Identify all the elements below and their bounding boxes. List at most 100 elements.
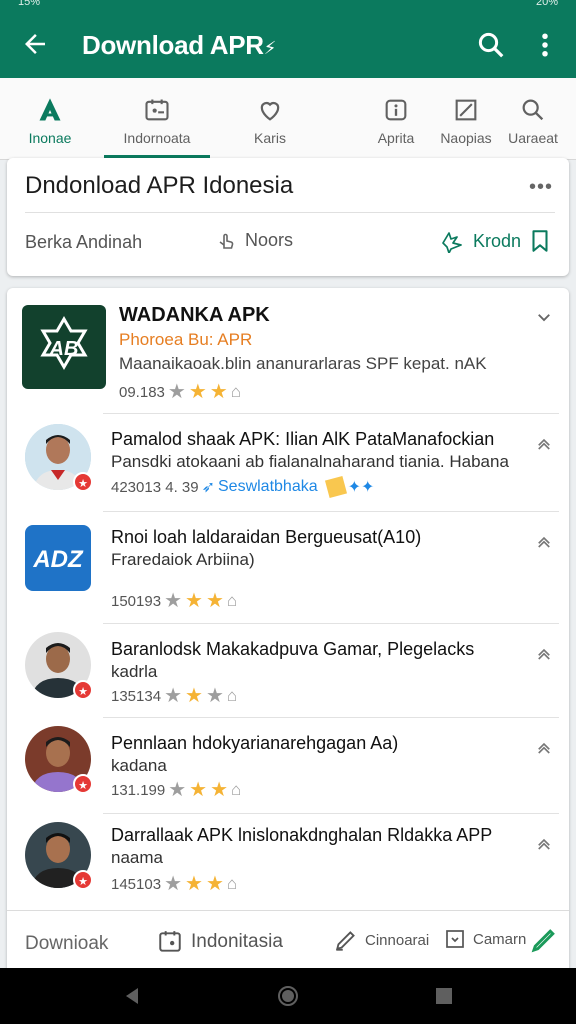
- chevron-up-icon[interactable]: [535, 532, 553, 550]
- tab-home[interactable]: Inonae: [10, 78, 90, 160]
- star-outline-icon: ⌂: [226, 686, 238, 705]
- tab-uaraeat[interactable]: Uaraeat: [498, 78, 568, 160]
- image-icon: [159, 931, 181, 952]
- star-outline-icon: ⌂: [230, 382, 241, 401]
- star-filled-icon: ★: [209, 381, 228, 403]
- tab-label: Uaraeat: [508, 130, 558, 146]
- search-icon[interactable]: [476, 30, 506, 60]
- featured-developer: Phoroea Bu: APR: [119, 330, 252, 350]
- item-rating: 423013 4. 39 ➶ Seswlatbhaka ✦✦: [111, 475, 374, 499]
- chevron-up-icon[interactable]: [535, 434, 553, 452]
- item-subtitle: Fraredaiok Arbiina): [111, 550, 255, 569]
- divider: [25, 212, 555, 213]
- more-vert-icon[interactable]: [530, 30, 560, 60]
- status-bar: 15% 20%: [0, 0, 576, 12]
- list-item[interactable]: ★ Darrallaak APK lnislonakdnghalan Rldak…: [7, 814, 569, 910]
- bookmark-icon: [532, 230, 548, 252]
- header-card: Dndonload APR Idonesia ••• Berka Andinah…: [7, 158, 569, 276]
- featured-app-icon: AB: [22, 305, 106, 389]
- star-filled-icon: ★: [189, 779, 208, 801]
- chevron-up-icon[interactable]: [535, 834, 553, 852]
- featured-description: Maanaikaoak.blin ananurarlaras SPF kepat…: [119, 354, 487, 373]
- item-title: Pamalod shaak APK: Ilian AlK PataManafoc…: [111, 429, 495, 449]
- list-item[interactable]: ADZ Rnoi loah laldaraidan Bergueusat(A10…: [7, 512, 569, 624]
- nav-recents-icon[interactable]: [432, 984, 456, 1008]
- featured-app[interactable]: AB WADANKA APK Phoroea Bu: APR Maanaikao…: [7, 288, 569, 414]
- item-subtitle: naama: [111, 848, 163, 867]
- star-empty-icon: ★: [168, 779, 187, 801]
- flag-badge: ★: [73, 774, 93, 794]
- chevron-up-icon[interactable]: [535, 738, 553, 756]
- item-rating: 131.199 ★ ★ ★ ⌂: [111, 779, 242, 801]
- tab-label: Aprita: [377, 130, 415, 146]
- featured-name: WADANKA APK: [119, 304, 270, 326]
- app-icon: ADZ: [25, 525, 91, 591]
- item-rating: 150193 ★ ★ ★ ⌂: [111, 590, 237, 612]
- flag-badge: ★: [73, 870, 93, 890]
- hand-icon: [219, 233, 234, 249]
- apk-logo-icon: AB: [40, 316, 88, 370]
- tab-naopias[interactable]: Naopias: [430, 78, 502, 160]
- tab-indonesia[interactable]: Indornoata: [104, 78, 210, 160]
- tab-aprita[interactable]: Aprita: [356, 78, 436, 160]
- sparkle-icon: [442, 232, 462, 253]
- bolt-icon: ⚡: [263, 38, 277, 58]
- back-arrow-icon[interactable]: [20, 29, 50, 59]
- nav-back-icon[interactable]: [120, 984, 144, 1008]
- pin-icon: ➶: [201, 479, 215, 496]
- header-right-label: Krodn: [473, 230, 522, 251]
- cinnoarai-label: Cinnoarai: [365, 931, 430, 949]
- header-right-button[interactable]: Krodn: [439, 228, 553, 254]
- page-title: Download APR⚡: [82, 30, 276, 61]
- camarn-label: Camarn: [473, 930, 527, 948]
- status-right: 20%: [535, 0, 558, 8]
- chevron-down-icon[interactable]: [535, 308, 553, 326]
- svg-text:ADZ: ADZ: [32, 546, 84, 573]
- tab-karis[interactable]: Karis: [230, 78, 310, 160]
- item-rating: 135134 ★ ★ ★ ⌂: [111, 685, 238, 707]
- star-filled-icon: ★: [210, 779, 229, 801]
- bottom-action-bar: Downioak Indonitasia Cinnoarai Camarn: [7, 910, 569, 968]
- camarn-action[interactable]: Camarn: [443, 927, 526, 951]
- page-title-text: Download APR: [82, 30, 264, 60]
- header-mid-button[interactable]: Noors: [215, 228, 293, 252]
- system-nav-bar: [0, 968, 576, 1024]
- download-action[interactable]: Downioak: [25, 933, 108, 955]
- search-icon: [522, 99, 544, 121]
- flag-badge: ★: [73, 680, 93, 700]
- item-title: Darrallaak APK lnislonakdnghalan Rldakka…: [111, 825, 493, 845]
- rating-count: 131.199: [111, 781, 166, 799]
- badge-icon: [324, 475, 347, 499]
- star-empty-icon: ★: [205, 685, 224, 707]
- image-icon: [145, 99, 169, 121]
- item-title: Rnoi loah laldaraidan Bergueusat(A10): [111, 527, 422, 547]
- item-subtitle: kadana: [111, 756, 167, 775]
- app-list-card: AB WADANKA APK Phoroea Bu: APR Maanaikao…: [7, 288, 569, 978]
- star-filled-icon: ★: [205, 590, 224, 612]
- star-outline-icon: ⌂: [231, 780, 242, 799]
- cinnoarai-action[interactable]: Cinnoarai: [333, 927, 429, 953]
- star-empty-icon: ★: [164, 590, 182, 612]
- item-tag: Seswlatbhaka: [218, 478, 318, 495]
- item-subtitle: kadrla: [111, 662, 158, 681]
- indonesia-action[interactable]: Indonitasia: [157, 929, 283, 955]
- header-title: Dndonload APR Idonesia: [25, 172, 294, 199]
- tab-label: Indornoata: [123, 130, 191, 146]
- star-filled-icon: ★: [185, 685, 203, 707]
- pencil-icon[interactable]: [529, 925, 559, 955]
- item-rating: 145103 ★ ★ ★ ⌂: [111, 873, 237, 895]
- list-item[interactable]: ★ Baranlodsk Makakadpuva Gamar, Plegelac…: [7, 624, 569, 718]
- tab-bar: Inonae Indornoata Karis Aprita Naopias U…: [0, 78, 576, 160]
- chevron-up-icon[interactable]: [535, 644, 553, 662]
- star-empty-icon: ★: [164, 685, 182, 707]
- star-empty-icon: ★: [164, 873, 182, 895]
- heart-icon: [260, 102, 280, 121]
- header-left-label[interactable]: Berka Andinah: [25, 232, 142, 253]
- more-horiz-icon[interactable]: •••: [529, 176, 553, 199]
- list-item[interactable]: ★ Pamalod shaak APK: Ilian AlK PataManaf…: [7, 414, 569, 512]
- pen-icon: [336, 931, 355, 951]
- list-item[interactable]: ★ Pennlaan hdokyarianarehgagan Aa) kadan…: [7, 718, 569, 814]
- nav-home-icon[interactable]: [276, 984, 300, 1008]
- dropdown-box-icon: [446, 930, 464, 948]
- header-mid-label: Noors: [245, 229, 294, 250]
